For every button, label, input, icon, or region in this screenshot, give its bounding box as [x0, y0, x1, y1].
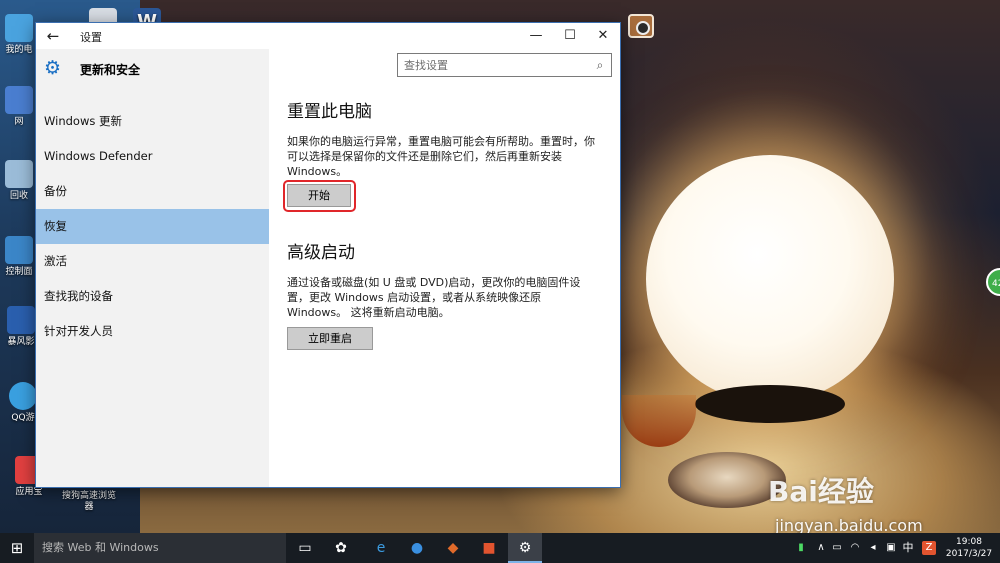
- clock-date: 2017/3/27: [945, 549, 993, 559]
- minimize-button[interactable]: —: [519, 23, 553, 49]
- settings-taskbar-gear-icon[interactable]: ⚙: [508, 533, 542, 563]
- reset-pc-description: 如果你的电脑运行异常，重置电脑可能会有所帮助。重置时，你可以选择是保留你的文件还…: [287, 135, 595, 178]
- advanced-startup-section: 高级启动 通过设备或磁盘(如 U 盘或 DVD)启动，更改你的电脑固件设置，更改…: [287, 238, 607, 350]
- search-icon[interactable]: ⌕: [593, 57, 607, 73]
- edge-browser-icon[interactable]: e: [364, 533, 398, 563]
- firefox-icon[interactable]: ◆: [436, 533, 470, 563]
- advanced-startup-heading: 高级启动: [287, 243, 355, 263]
- desktop-icon-label: 应用宝: [15, 487, 43, 497]
- baofeng-player-icon: [7, 306, 35, 334]
- settings-search[interactable]: ⌕: [397, 53, 612, 77]
- sidebar-item-for-developers[interactable]: 针对开发人员: [36, 314, 269, 349]
- battery-green-icon[interactable]: ▮: [794, 541, 808, 555]
- sidebar-item-backup[interactable]: 备份: [36, 174, 269, 209]
- sidebar-item-windows-update[interactable]: Windows 更新: [36, 104, 269, 139]
- sidebar-item-recovery[interactable]: 恢复: [36, 209, 269, 244]
- reset-start-wrapper: 开始: [283, 180, 356, 212]
- notification-icon[interactable]: ▣: [884, 541, 898, 555]
- computer-icon: [5, 14, 33, 42]
- wallpaper-lamp-orb: [646, 155, 894, 403]
- title-bar[interactable]: ← 设置 — ☐ ✕: [36, 23, 620, 49]
- back-arrow-icon[interactable]: ←: [42, 25, 64, 47]
- powerpoint-icon[interactable]: ■: [472, 533, 506, 563]
- battery-icon[interactable]: ▭: [830, 541, 844, 555]
- taskbar: ⊞ 搜索 Web 和 Windows ▭ ✿ e ● ◆ ■ ⚙ ▮ ∧ ▭ ◠…: [0, 533, 1000, 563]
- annotation-highlight: [283, 180, 356, 212]
- sidebar-title: 更新和安全: [80, 63, 141, 77]
- network-icon: [5, 86, 33, 114]
- recovery-content: 重置此电脑 如果你的电脑运行异常，重置电脑可能会有所帮助。重置时，你可以选择是保…: [283, 97, 607, 350]
- sogou-browser-taskbar-icon[interactable]: ●: [400, 533, 434, 563]
- control-panel-icon: [5, 236, 33, 264]
- reset-pc-section: 重置此电脑 如果你的电脑运行异常，重置电脑可能会有所帮助。重置时，你可以选择是保…: [283, 97, 607, 212]
- task-view-icon[interactable]: ▭: [288, 533, 322, 563]
- input-method-icon[interactable]: Z: [922, 541, 936, 555]
- sidebar-item-activation[interactable]: 激活: [36, 244, 269, 279]
- gear-icon: ⚙: [44, 57, 62, 79]
- taskbar-search[interactable]: 搜索 Web 和 Windows: [34, 533, 286, 563]
- reset-pc-heading: 重置此电脑: [287, 102, 372, 122]
- wallpaper-lamp-base: [695, 385, 845, 423]
- windows-start-icon[interactable]: ⊞: [0, 533, 34, 563]
- restart-now-button[interactable]: 立即重启: [287, 327, 373, 350]
- recycle-bin-icon: [5, 160, 33, 188]
- volume-icon[interactable]: ◂: [866, 541, 880, 555]
- taskbar-clock[interactable]: 19:08 2017/3/27: [942, 536, 996, 560]
- clock-time: 19:08: [956, 537, 982, 547]
- search-input[interactable]: [398, 54, 593, 76]
- window-title: 设置: [80, 31, 102, 44]
- qq-game-icon: [9, 382, 37, 410]
- advanced-startup-description: 通过设备或磁盘(如 U 盘或 DVD)启动，更改你的电脑固件设置，更改 Wind…: [287, 276, 581, 319]
- sidebar-nav: Windows 更新 Windows Defender 备份 恢复 激活 查找我…: [36, 104, 269, 349]
- desktop-icon-label: 搜狗高速浏览器: [61, 491, 116, 512]
- fan-app-icon[interactable]: ✿: [324, 533, 358, 563]
- ime-indicator[interactable]: 中: [901, 541, 915, 555]
- maximize-button[interactable]: ☐: [553, 23, 587, 49]
- settings-sidebar: ⚙ 更新和安全 Windows 更新 Windows Defender 备份 恢…: [36, 49, 269, 487]
- sidebar-item-find-my-device[interactable]: 查找我的设备: [36, 279, 269, 314]
- chevron-up-icon[interactable]: ∧: [814, 541, 828, 555]
- sidebar-item-windows-defender[interactable]: Windows Defender: [36, 139, 269, 174]
- settings-window: ← 设置 — ☐ ✕ ⚙ 更新和安全 Windows 更新 Windows De…: [35, 22, 621, 488]
- close-button[interactable]: ✕: [586, 23, 620, 49]
- sidebar-header: ⚙ 更新和安全: [44, 57, 264, 85]
- wifi-icon[interactable]: ◠: [848, 541, 862, 555]
- camera-icon[interactable]: [628, 14, 654, 38]
- baidu-watermark-logo: Bai经验: [768, 475, 874, 508]
